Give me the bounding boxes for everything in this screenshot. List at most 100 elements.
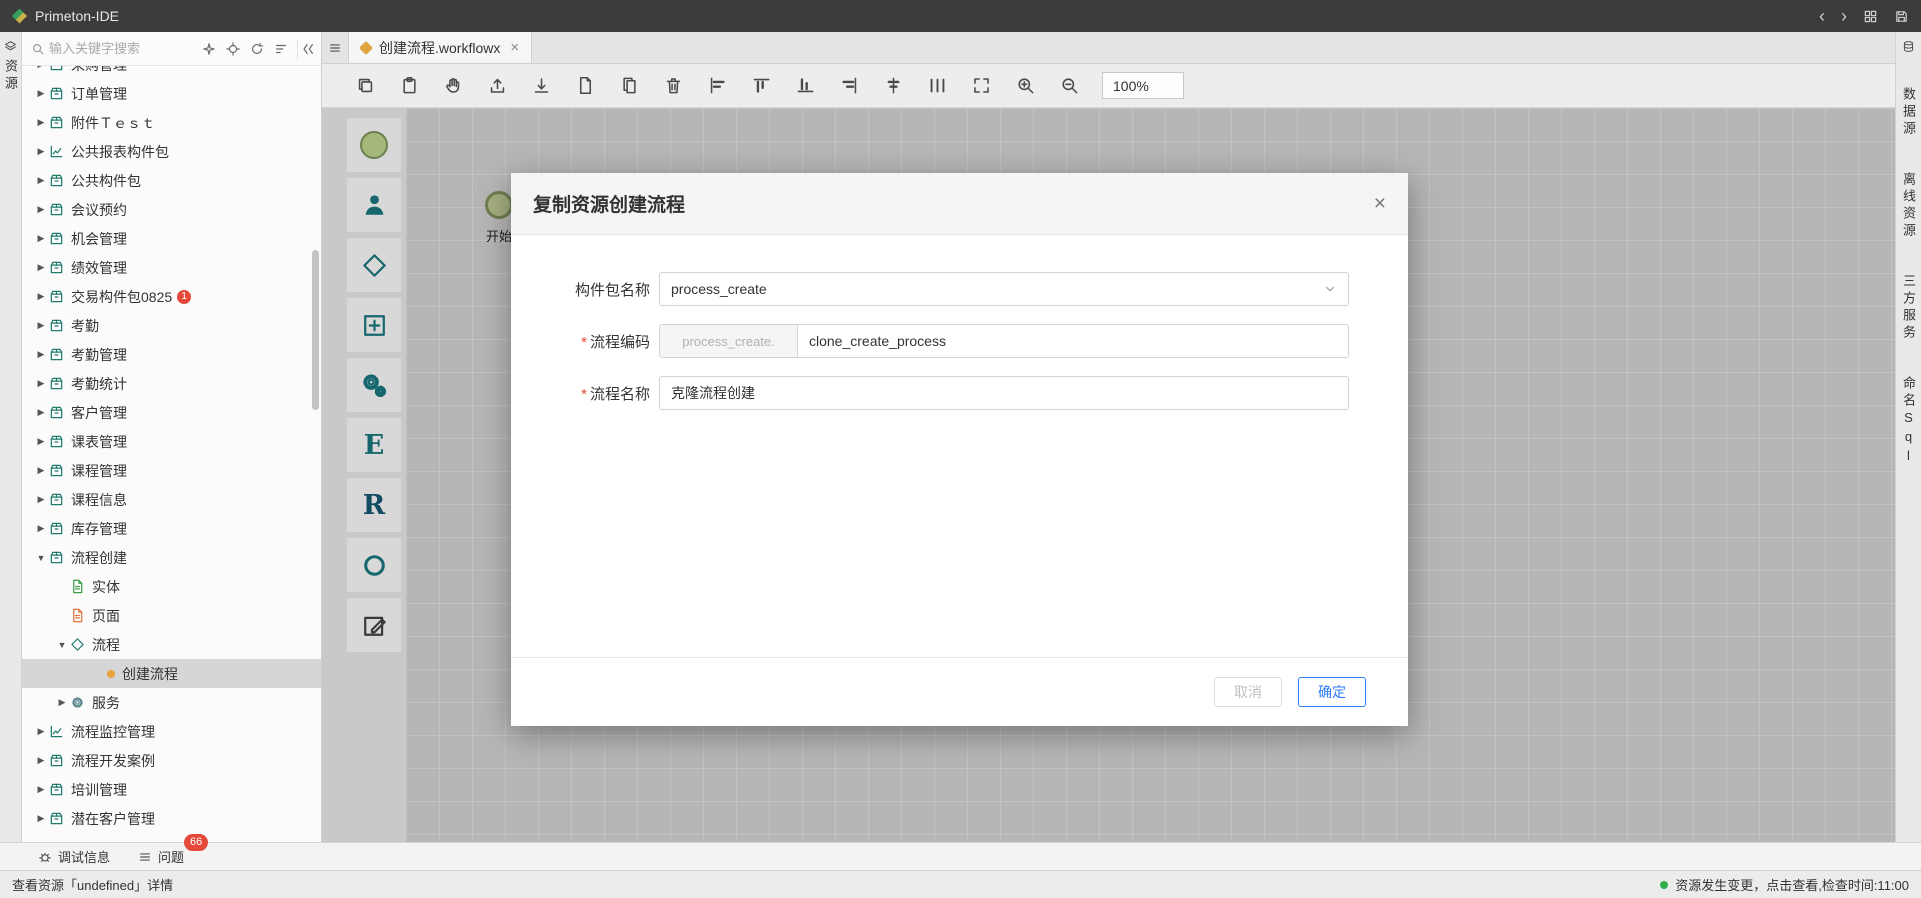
export-button[interactable]	[482, 71, 512, 101]
import-button[interactable]	[526, 71, 556, 101]
ai-assist-button[interactable]	[199, 39, 219, 59]
chevron-right-icon[interactable]: ▶	[33, 465, 49, 476]
tree-scrollbar[interactable]	[312, 250, 319, 410]
process-name-input[interactable]	[659, 376, 1349, 410]
tree-item[interactable]: ▶考勤管理	[22, 340, 321, 369]
palette-subprocess[interactable]	[347, 298, 401, 352]
status-message[interactable]: 资源发生变更，点击查看,检查时间:11:00	[1660, 875, 1909, 894]
tree-item[interactable]: 页面	[22, 601, 321, 630]
chevron-right-icon[interactable]: ▶	[33, 88, 49, 99]
tree-item[interactable]: ▶培训管理	[22, 775, 321, 804]
chevron-right-icon[interactable]: ▶	[33, 726, 49, 737]
align-top-button[interactable]	[746, 71, 776, 101]
right-tab-datasource[interactable]: 数据源	[1899, 87, 1918, 138]
tree-item[interactable]: ▶考勤统计	[22, 369, 321, 398]
zoom-out-button[interactable]	[1054, 71, 1084, 101]
chevron-right-icon[interactable]: ▶	[33, 813, 49, 824]
tree-item[interactable]: ▶客户管理	[22, 398, 321, 427]
pan-button[interactable]	[438, 71, 468, 101]
editor-tab[interactable]: 创建流程.workflowx ×	[348, 32, 532, 63]
tree-item[interactable]: ▶库存管理	[22, 514, 321, 543]
tree-item-expanded[interactable]: ▼流程创建	[22, 543, 321, 572]
tree-item-selected[interactable]: 创建流程	[22, 659, 321, 688]
back-icon[interactable]: ‹	[1819, 7, 1825, 25]
tree-item[interactable]: ▶订单管理	[22, 79, 321, 108]
tree-item[interactable]: ▶流程开发案例	[22, 746, 321, 775]
palette-user-task[interactable]	[347, 178, 401, 232]
tree-item[interactable]: ▶课表管理	[22, 427, 321, 456]
tree-item[interactable]: ▶附件Ｔｅｓｔ	[22, 108, 321, 137]
tree-item[interactable]: ▶课程管理	[22, 456, 321, 485]
chevron-right-icon[interactable]: ▶	[33, 784, 49, 795]
layout-grid-icon[interactable]	[1863, 9, 1878, 24]
chevron-right-icon[interactable]: ▶	[33, 320, 49, 331]
cancel-button[interactable]: 取消	[1214, 677, 1282, 707]
align-bottom-button[interactable]	[790, 71, 820, 101]
tree-item[interactable]: ▶潜在客户管理	[22, 804, 321, 833]
chevron-right-icon[interactable]: ▶	[33, 204, 49, 215]
tree-item[interactable]: ▶公共构件包	[22, 166, 321, 195]
paste-button[interactable]	[394, 71, 424, 101]
tree-item[interactable]: ▶会议预约	[22, 195, 321, 224]
left-tab-resources[interactable]: 资源	[1, 59, 20, 93]
chevron-right-icon[interactable]: ▶	[33, 755, 49, 766]
tree-item[interactable]: ▶交易构件包08251	[22, 282, 321, 311]
tree-item[interactable]: ▶绩效管理	[22, 253, 321, 282]
save-icon[interactable]	[1894, 9, 1909, 24]
tree-item[interactable]: ▶采购管理	[22, 66, 321, 79]
tree-item[interactable]: ▶考勤	[22, 311, 321, 340]
palette-start-event[interactable]	[347, 118, 401, 172]
chevron-right-icon[interactable]: ▶	[33, 262, 49, 273]
chevron-right-icon[interactable]: ▶	[54, 697, 70, 708]
zoom-in-button[interactable]	[1010, 71, 1040, 101]
debug-info-tab[interactable]: 调试信息	[38, 847, 110, 866]
chevron-down-icon[interactable]: ▼	[54, 640, 70, 650]
tree-item[interactable]: 实体	[22, 572, 321, 601]
right-tab-third-party-services[interactable]: 三方服务	[1899, 274, 1918, 342]
chevron-right-icon[interactable]: ▶	[33, 494, 49, 505]
chevron-right-icon[interactable]: ▶	[33, 291, 49, 302]
chevron-right-icon[interactable]: ▶	[33, 175, 49, 186]
palette-service-task[interactable]	[347, 358, 401, 412]
palette-rule-element[interactable]: R	[347, 478, 401, 532]
tree-item[interactable]: ▶公共报表构件包	[22, 137, 321, 166]
tree-item[interactable]: ▶服务	[22, 688, 321, 717]
distribute-button[interactable]	[922, 71, 952, 101]
align-center-button[interactable]	[878, 71, 908, 101]
problems-tab[interactable]: 问题	[138, 847, 184, 866]
duplicate-button[interactable]	[614, 71, 644, 101]
process-code-input[interactable]	[798, 324, 1349, 358]
chevron-right-icon[interactable]: ▶	[33, 117, 49, 128]
right-tab-offline-resources[interactable]: 离线资源	[1899, 172, 1918, 240]
new-file-button[interactable]	[570, 71, 600, 101]
align-right-button[interactable]	[834, 71, 864, 101]
tree-item[interactable]: ▶流程监控管理	[22, 717, 321, 746]
chevron-right-icon[interactable]: ▶	[33, 66, 49, 70]
chevron-right-icon[interactable]: ▶	[33, 146, 49, 157]
right-tab-named-sql[interactable]: 命名Sql	[1899, 376, 1918, 467]
palette-entity-element[interactable]: E	[347, 418, 401, 472]
zoom-level-input[interactable]: 100%	[1102, 72, 1184, 99]
chevron-right-icon[interactable]: ▶	[33, 233, 49, 244]
palette-edit-tool[interactable]	[347, 598, 401, 652]
search-input[interactable]	[49, 41, 195, 56]
copy-button[interactable]	[350, 71, 380, 101]
palette-end-event[interactable]	[347, 538, 401, 592]
delete-button[interactable]	[658, 71, 688, 101]
align-left-button[interactable]	[702, 71, 732, 101]
refresh-button[interactable]	[247, 39, 267, 59]
chevron-right-icon[interactable]: ▶	[33, 407, 49, 418]
chevron-down-icon[interactable]: ▼	[33, 553, 49, 563]
ok-button[interactable]: 确定	[1298, 677, 1366, 707]
status-left-link[interactable]: 查看资源「undefined」详情	[12, 875, 173, 894]
locate-button[interactable]	[223, 39, 243, 59]
fit-screen-button[interactable]	[966, 71, 996, 101]
tree-item[interactable]: ▶课程信息	[22, 485, 321, 514]
chevron-right-icon[interactable]: ▶	[33, 523, 49, 534]
close-tab-icon[interactable]: ×	[510, 39, 519, 56]
close-icon[interactable]: ×	[1374, 193, 1386, 214]
forward-icon[interactable]: ›	[1841, 7, 1847, 25]
package-name-select[interactable]: process_create	[659, 272, 1349, 306]
tree-item-expanded[interactable]: ▼流程	[22, 630, 321, 659]
palette-gateway[interactable]	[347, 238, 401, 292]
